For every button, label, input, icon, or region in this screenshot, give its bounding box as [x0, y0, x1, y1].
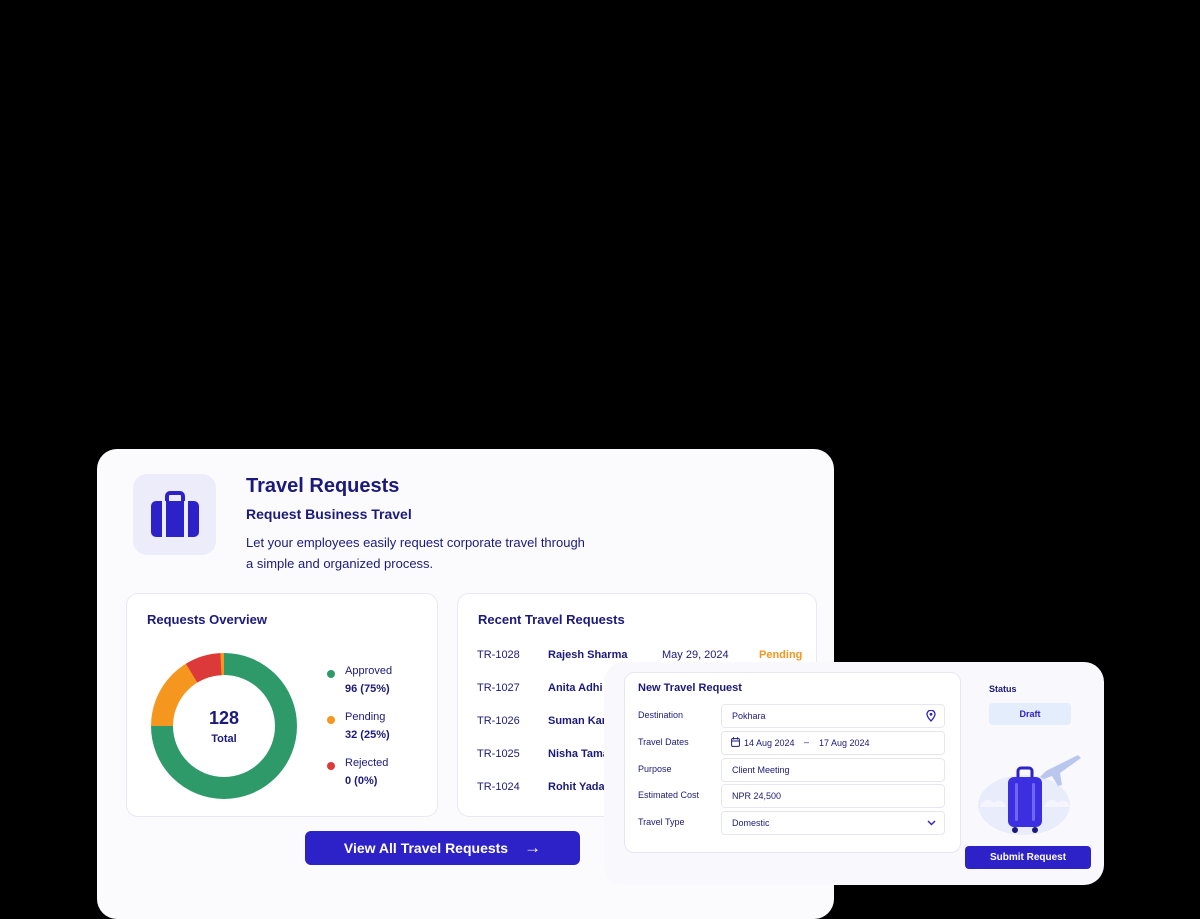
- purpose-row: Purpose Client Meeting: [638, 758, 958, 782]
- suitcase-icon-tile: [133, 474, 216, 555]
- estimated-cost-value: NPR 24,500: [732, 791, 782, 801]
- travel-dates-input[interactable]: 14 Aug 2024 – 17 Aug 2024: [721, 731, 945, 755]
- legend-value: 96 (75%): [345, 683, 390, 695]
- travel-dates-row: Travel Dates 14 Aug 2024 – 17 Aug 2024: [638, 731, 958, 755]
- request-id: TR-1024: [477, 781, 520, 793]
- legend-label: Pending: [345, 711, 386, 723]
- legend-label: Approved: [345, 665, 393, 677]
- overview-title: Requests Overview: [147, 612, 267, 627]
- status-label: Status: [989, 684, 1017, 694]
- request-id: TR-1027: [477, 682, 520, 694]
- travel-illustration: [978, 755, 1081, 835]
- suitcase-icon: [150, 490, 199, 537]
- donut-total-label: Total: [211, 732, 237, 745]
- page-title: Travel Requests: [246, 475, 400, 497]
- destination-label: Destination: [638, 710, 684, 720]
- estimated-cost-label: Estimated Cost: [638, 790, 700, 800]
- submit-request-button[interactable]: Submit Request: [965, 846, 1091, 869]
- estimated-cost-input[interactable]: NPR 24,500: [721, 784, 945, 808]
- request-id: TR-1026: [477, 715, 520, 727]
- page-subtitle: Request Business Travel: [246, 506, 412, 522]
- request-status: Pending: [759, 649, 803, 661]
- new-travel-request-card: New Travel Request Destination Pokhara T…: [604, 662, 1104, 885]
- travel-type-row: Travel Type Domestic: [638, 811, 958, 835]
- date-from: 14 Aug 2024: [744, 738, 795, 748]
- recent-requests-title: Recent Travel Requests: [478, 612, 625, 627]
- legend-dot-approved: [327, 670, 335, 678]
- legend-value: 32 (25%): [345, 729, 390, 741]
- request-id: TR-1028: [477, 649, 520, 661]
- page-description: Let your employees easily request corpor…: [246, 535, 585, 571]
- destination-value: Pokhara: [732, 711, 766, 721]
- view-all-requests-button[interactable]: View All Travel Requests →: [305, 831, 580, 865]
- legend-label: Rejected: [345, 757, 389, 769]
- purpose-label: Purpose: [638, 764, 672, 774]
- travel-type-select[interactable]: Domestic: [721, 811, 945, 835]
- view-all-label: View All Travel Requests: [343, 840, 509, 856]
- travel-type-label: Travel Type: [638, 817, 685, 827]
- request-date: May 29, 2024: [662, 649, 729, 661]
- location-pin-icon: [926, 710, 936, 722]
- request-employee: Anita Adhi: [548, 682, 603, 694]
- new-request-form: New Travel Request Destination Pokhara T…: [624, 672, 961, 853]
- request-employee: Suman Kar: [548, 715, 607, 727]
- date-to: 17 Aug 2024: [819, 738, 870, 748]
- request-id: TR-1025: [477, 748, 520, 760]
- legend-value: 0 (0%): [345, 775, 378, 787]
- chevron-down-icon: [927, 820, 936, 826]
- donut-center: 128 Total: [149, 651, 299, 801]
- destination-row: Destination Pokhara: [638, 704, 958, 728]
- status-badge: Draft: [989, 703, 1071, 725]
- travel-dates-label: Travel Dates: [638, 737, 689, 747]
- destination-input[interactable]: Pokhara: [721, 704, 945, 728]
- request-employee: Nisha Tama: [548, 748, 609, 760]
- request-employee: Rohit Yada: [548, 781, 605, 793]
- date-separator: –: [804, 737, 810, 747]
- arrow-right-icon: →: [524, 838, 542, 857]
- requests-overview-panel: Requests Overview 128 Total Approved 96 …: [126, 593, 438, 817]
- travel-type-value: Domestic: [732, 818, 770, 828]
- legend-dot-rejected: [327, 762, 335, 770]
- donut-total-value: 128: [208, 707, 240, 728]
- purpose-value: Client Meeting: [732, 765, 790, 775]
- estimated-cost-row: Estimated Cost NPR 24,500: [638, 784, 958, 808]
- purpose-input[interactable]: Client Meeting: [721, 758, 945, 782]
- request-employee: Rajesh Sharma: [548, 649, 628, 661]
- form-title: New Travel Request: [638, 682, 742, 694]
- calendar-icon: [731, 737, 740, 747]
- legend-dot-pending: [327, 716, 335, 724]
